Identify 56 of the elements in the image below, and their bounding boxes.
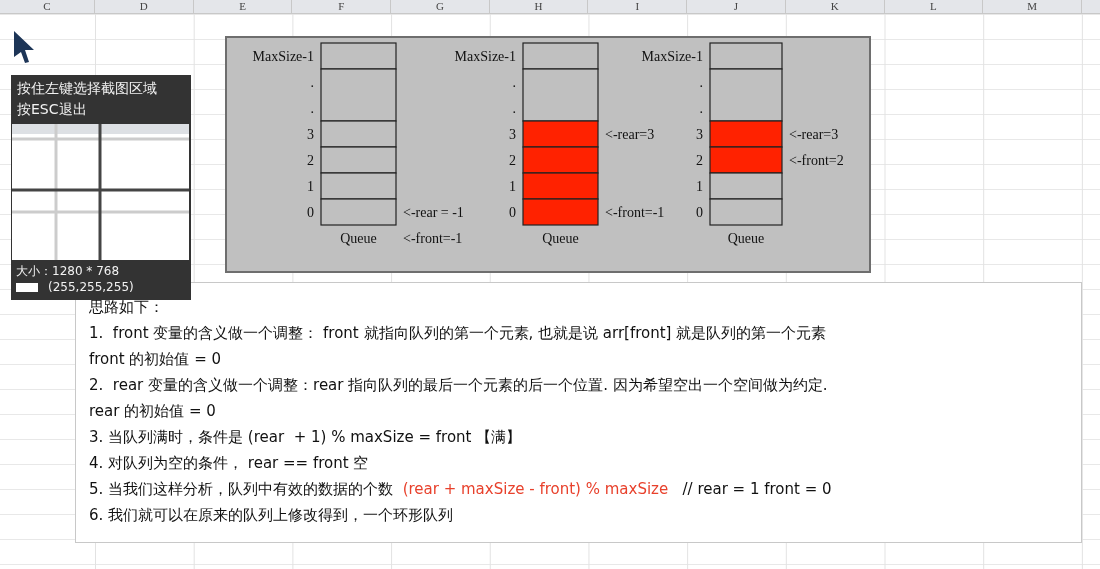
ellipsis-dot: . <box>310 75 314 90</box>
ellipsis-dot: . <box>512 101 516 116</box>
pointer-label: <-front=2 <box>789 153 844 168</box>
slot-index: 3 <box>509 127 516 142</box>
ellipsis-dot: . <box>512 75 516 90</box>
note-line: 2. rear 变量的含义做一个调整：rear 指向队列的最后一个元素的后一个位置. 因为希望空出一个空间做为约定. <box>89 375 829 396</box>
slot-index: 0 <box>696 205 703 220</box>
notes-heading: 思路如下： <box>89 297 165 318</box>
slot-index: MaxSize-1 <box>252 49 314 64</box>
slot-index: 0 <box>307 205 314 220</box>
column-header[interactable]: D <box>95 0 194 13</box>
slot-index: 3 <box>696 127 703 142</box>
slot-index: 3 <box>307 127 314 142</box>
note-line: 1. front 变量的含义做一个调整： front 就指向队列的第一个元素, 也就是说 arr[front] 就是队列的第一个元素 <box>89 323 828 344</box>
column-header[interactable]: J <box>687 0 786 13</box>
slot-index: 2 <box>696 153 703 168</box>
column-header[interactable]: G <box>391 0 490 13</box>
pointer-label: <-rear=3 <box>605 127 655 142</box>
queue-caption: Queue <box>727 231 765 246</box>
color-swatch <box>16 282 38 292</box>
note-line: 4. 对队列为空的条件， rear == front 空 <box>89 453 370 474</box>
column-header[interactable]: C <box>0 0 95 13</box>
pointer-label: <-rear=3 <box>789 127 839 142</box>
column-header[interactable]: F <box>292 0 392 13</box>
column-header[interactable]: H <box>489 0 589 13</box>
color-readout: (255,255,255) <box>48 279 134 295</box>
column-header[interactable]: I <box>588 0 688 13</box>
slot-index: 0 <box>509 205 516 220</box>
pointer-label: <-rear = -1 <box>403 205 464 220</box>
column-header[interactable]: K <box>785 0 885 13</box>
slot-index: 1 <box>509 179 516 194</box>
hint-text: 按ESC退出 <box>17 100 88 119</box>
note-line: 5. 当我们这样分析，队列中有效的数据的个数 (rear + maxSize - front) % maxSize // rear = 1 front = 0 <box>89 479 833 500</box>
slot-index: MaxSize-1 <box>641 49 703 64</box>
note-line: 3. 当队列满时，条件是 (rear + 1) % maxSize = front 【满】 <box>89 427 523 448</box>
ellipsis-dot: . <box>310 101 314 116</box>
queue-caption: Queue <box>542 231 579 246</box>
pointer-label: <-front=-1 <box>605 205 665 220</box>
pointer-label: <-front=-1 <box>403 231 463 246</box>
note-line: 6. 我们就可以在原来的队列上修改得到，一个环形队列 <box>89 505 455 526</box>
ellipsis-dot: . <box>699 101 703 116</box>
slot-index: 2 <box>307 153 314 168</box>
column-header[interactable]: L <box>884 0 984 13</box>
cursor-icon <box>13 30 35 64</box>
hint-text: 按住左键选择截图区域 <box>17 79 158 98</box>
slot-index: 1 <box>696 179 703 194</box>
slot-index: 1 <box>307 179 314 194</box>
note-line: rear 的初始值 = 0 <box>89 401 217 422</box>
queue-caption: Queue <box>340 231 377 246</box>
ellipsis-dot: . <box>699 75 703 90</box>
slot-index: 2 <box>509 153 516 168</box>
slot-index: MaxSize-1 <box>454 49 516 64</box>
column-header[interactable]: M <box>983 0 1082 13</box>
note-line: front 的初始值 = 0 <box>89 349 223 370</box>
size-readout: 大小：1280 * 768 <box>15 263 121 279</box>
column-header[interactable]: E <box>193 0 293 13</box>
